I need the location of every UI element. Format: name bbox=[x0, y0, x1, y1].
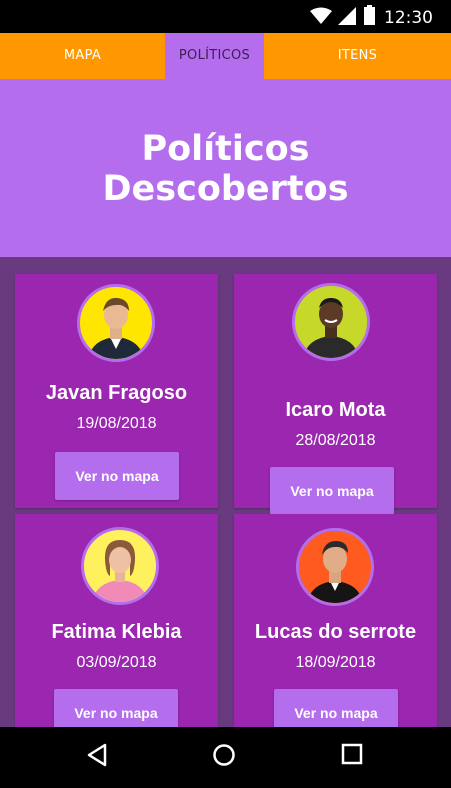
avatar bbox=[77, 284, 155, 362]
politician-date: 19/08/2018 bbox=[76, 415, 157, 432]
view-on-map-button[interactable]: Ver no mapa bbox=[270, 467, 394, 515]
politician-name: Icaro Mota bbox=[285, 399, 386, 421]
politician-name: Lucas do serrote bbox=[254, 621, 417, 643]
battery-icon bbox=[364, 5, 375, 25]
politician-name: Javan Fragoso bbox=[45, 382, 188, 404]
view-on-map-button[interactable]: Ver no mapa bbox=[55, 452, 179, 500]
tab-itens[interactable]: ITENS bbox=[264, 33, 451, 79]
page-title: Políticos Descobertos bbox=[0, 129, 451, 209]
politician-date: 03/09/2018 bbox=[76, 654, 157, 671]
system-nav-bar bbox=[0, 727, 451, 788]
avatar bbox=[292, 283, 370, 361]
page-title-line1: Políticos bbox=[141, 129, 310, 169]
signal-icon bbox=[338, 7, 356, 25]
wifi-icon bbox=[310, 7, 332, 24]
tab-bar: MAPA POLÍTICOS ITENS bbox=[0, 33, 451, 79]
page-title-line2: Descobertos bbox=[102, 169, 349, 209]
recents-square-icon[interactable] bbox=[341, 743, 363, 765]
back-triangle-icon[interactable] bbox=[86, 743, 108, 767]
clock: 12:30 bbox=[384, 8, 433, 28]
person-icon bbox=[88, 297, 144, 359]
hero-header: Políticos Descobertos bbox=[0, 79, 451, 257]
view-on-map-button[interactable]: Ver no mapa bbox=[54, 689, 178, 727]
politician-date: 18/09/2018 bbox=[295, 654, 376, 671]
politician-card: Fatima Klebia 03/09/2018 Ver no mapa bbox=[15, 514, 218, 727]
politicians-grid: Javan Fragoso 19/08/2018 Ver no mapa Ica… bbox=[0, 257, 451, 727]
politician-card: Icaro Mota 28/08/2018 Ver no mapa bbox=[234, 274, 437, 515]
person-icon bbox=[307, 541, 363, 603]
view-on-map-button[interactable]: Ver no mapa bbox=[274, 689, 398, 727]
politician-date: 28/08/2018 bbox=[295, 432, 376, 449]
tab-politicos[interactable]: POLÍTICOS bbox=[165, 33, 264, 79]
politician-card: Lucas do serrote 18/09/2018 Ver no mapa bbox=[234, 514, 437, 727]
person-icon bbox=[303, 298, 359, 358]
status-bar: 12:30 bbox=[0, 0, 451, 33]
avatar bbox=[296, 528, 374, 606]
person-icon bbox=[92, 540, 148, 602]
tab-mapa[interactable]: MAPA bbox=[0, 33, 165, 79]
avatar bbox=[81, 527, 159, 605]
politician-name: Fatima Klebia bbox=[51, 621, 182, 643]
politician-card: Javan Fragoso 19/08/2018 Ver no mapa bbox=[15, 274, 218, 508]
home-circle-icon[interactable] bbox=[212, 743, 236, 767]
